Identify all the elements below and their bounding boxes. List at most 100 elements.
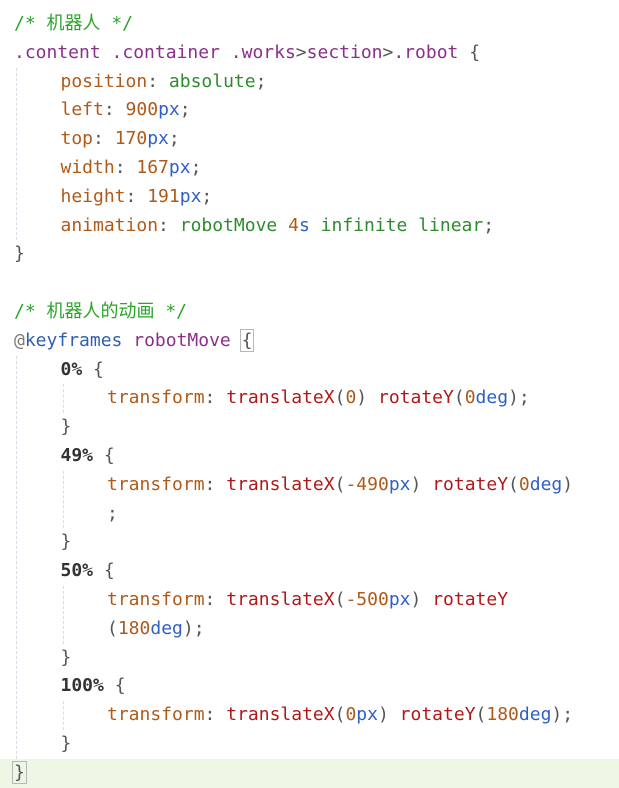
code-token: keyframes: [24, 329, 123, 351]
code-line: /* 机器人的动画 */: [0, 298, 619, 327]
code-token: px: [356, 704, 378, 726]
code-line-content: 49% {: [61, 442, 115, 471]
code-line-content: top: 170px;: [61, 125, 180, 154]
code-token: -500: [345, 589, 389, 610]
code-token: left: [60, 99, 104, 121]
code-line-content: animation: robotMove 4s infinite linear;: [61, 212, 495, 241]
code-token: {: [458, 41, 481, 63]
code-line-content: }: [61, 413, 72, 442]
code-token: ;: [483, 214, 495, 236]
code-token: .works: [230, 41, 296, 63]
code-token: 170: [114, 128, 148, 150]
code-token: ): [356, 387, 378, 409]
code-token: {: [93, 560, 115, 582]
code-token: :: [204, 387, 227, 409]
code-line-content: width: 167px;: [61, 154, 202, 183]
code-editor[interactable]: /* 机器人 */ .content .container .works>sect…: [0, 0, 619, 788]
code-token: deg: [518, 704, 552, 726]
code-line: }: [0, 413, 619, 442]
code-token: }: [60, 416, 72, 438]
code-line: }: [0, 644, 619, 673]
code-line-content: 0% {: [61, 356, 104, 385]
code-token: (: [334, 387, 346, 409]
code-token: s: [298, 214, 310, 236]
code-token: :: [204, 704, 227, 726]
code-line: .content .container .works>section>.robo…: [0, 39, 619, 68]
code-token: (: [334, 473, 346, 495]
code-line-content: transform: translateX(0) rotateY(0deg);: [107, 384, 530, 413]
code-token: 191: [147, 185, 180, 207]
code-token: (: [107, 617, 118, 639]
code-line-content: height: 191px;: [61, 183, 213, 212]
code-line-content: 50% {: [61, 557, 115, 586]
code-token: :: [103, 99, 126, 121]
code-token: .robot: [393, 41, 459, 63]
code-line-content: /* 机器人 */: [14, 10, 133, 39]
code-token: px: [388, 589, 411, 610]
code-line-content: .content .container .works>section>.robo…: [14, 39, 480, 68]
code-token: rotateY: [377, 387, 454, 409]
code-token: transform: [107, 387, 205, 409]
code-token: :: [204, 473, 227, 495]
code-token: 100%: [60, 675, 104, 697]
code-token: .container: [111, 41, 220, 63]
code-token: {: [82, 358, 104, 380]
code-token: px: [179, 185, 202, 207]
code-token: (: [334, 589, 346, 610]
code-token: ): [410, 473, 433, 495]
code-token: 167: [136, 157, 169, 178]
code-token: absolute: [168, 70, 256, 92]
code-token: transform: [107, 704, 205, 726]
code-line-content: }: [61, 644, 72, 673]
code-token: -490: [345, 473, 389, 495]
code-token: width: [60, 157, 115, 178]
code-line: transform: translateX(0) rotateY(0deg);: [0, 384, 619, 413]
code-token: }: [14, 243, 25, 265]
code-token: {: [93, 445, 115, 466]
code-line-content: @keyframes robotMove {: [14, 327, 255, 356]
code-line: width: 167px;: [0, 154, 619, 183]
code-token: robotMove: [133, 329, 231, 351]
code-token: translateX: [226, 704, 335, 726]
code-line: 100% {: [0, 672, 619, 701]
code-token: /* 机器人 */: [14, 13, 134, 34]
code-line: left: 900px;: [0, 96, 619, 125]
code-token: >: [295, 41, 307, 63]
code-token: translateX: [226, 387, 335, 409]
code-token: rotateY: [399, 704, 476, 726]
code-token: 0: [345, 704, 357, 726]
code-line: }: [0, 528, 619, 557]
code-line-content: position: absolute;: [61, 68, 267, 97]
code-line: 0% {: [0, 356, 619, 385]
code-token: 50%: [60, 560, 94, 582]
code-line-content: transform: translateX(0px) rotateY(180de…: [107, 701, 573, 730]
code-token: :: [93, 128, 115, 150]
code-token: deg: [150, 617, 183, 639]
code-line-content: 100% {: [61, 672, 126, 701]
code-token: 0: [464, 387, 476, 409]
code-token: px: [168, 157, 191, 178]
code-line-content: }: [61, 528, 72, 557]
code-line: height: 191px;: [0, 183, 619, 212]
code-token: animation: [60, 214, 159, 236]
code-token: {: [103, 675, 126, 697]
code-token: rotateY: [432, 589, 509, 610]
code-line-content: left: 900px;: [61, 96, 191, 125]
code-token: :: [158, 214, 180, 236]
code-line: @keyframes robotMove {: [0, 327, 619, 356]
code-token: 0%: [60, 358, 83, 380]
code-line: }: [0, 240, 619, 269]
code-line: (180deg);: [0, 615, 619, 644]
code-token: top: [60, 128, 94, 150]
code-token: :: [147, 70, 169, 92]
code-token: ): [562, 473, 574, 495]
code-line-content: }: [61, 730, 72, 759]
code-token: 4: [288, 214, 299, 236]
